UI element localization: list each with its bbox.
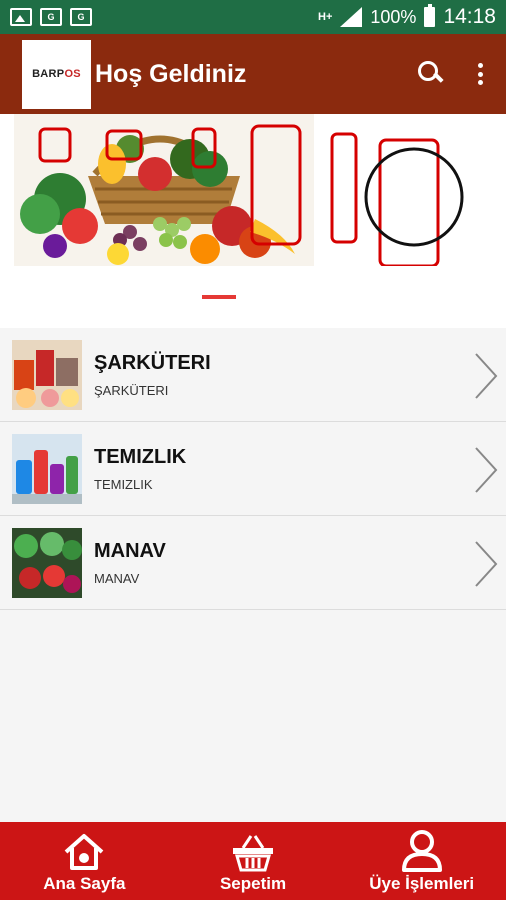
battery-icon bbox=[424, 4, 436, 27]
category-title: MANAV bbox=[94, 539, 166, 562]
chevron-right-icon[interactable] bbox=[474, 352, 498, 400]
image-notification-icon bbox=[10, 8, 32, 26]
ge-notification-icon: G bbox=[70, 8, 92, 26]
ge-notification-icon: G bbox=[40, 8, 62, 26]
cleaning-icon bbox=[12, 433, 82, 504]
category-title: ŞARKÜTERI bbox=[94, 351, 211, 374]
chevron-right-icon[interactable] bbox=[474, 446, 498, 494]
list-item[interactable]: MANAV MANAV bbox=[0, 516, 506, 610]
basket-icon bbox=[233, 835, 273, 872]
more-options-icon[interactable] bbox=[476, 63, 484, 85]
category-subtitle: ŞARKÜTERI bbox=[94, 382, 169, 398]
chevron-right-icon[interactable] bbox=[474, 540, 498, 588]
category-title: TEMIZLIK bbox=[94, 445, 187, 468]
category-subtitle: TEMIZLIK bbox=[94, 476, 153, 492]
home-icon bbox=[64, 834, 104, 870]
user-icon bbox=[401, 830, 442, 872]
search-icon[interactable] bbox=[416, 59, 446, 89]
deli-icon bbox=[12, 339, 82, 410]
banner-slider[interactable] bbox=[0, 114, 506, 266]
nav-basket-button[interactable]: Sepetim bbox=[169, 822, 338, 900]
banner-pager bbox=[0, 266, 506, 328]
produce-icon bbox=[12, 527, 82, 598]
nav-home-button[interactable]: Ana Sayfa bbox=[0, 822, 169, 900]
list-item[interactable]: ŞARKÜTERI ŞARKÜTERI bbox=[0, 328, 506, 422]
category-list: ŞARKÜTERI ŞARKÜTERI TEMIZLIK TEMIZLIK MA… bbox=[0, 328, 506, 610]
battery-percent: 100% bbox=[370, 6, 417, 27]
signal-icon bbox=[340, 7, 363, 27]
nav-basket-label: Sepetim bbox=[219, 874, 287, 893]
nav-account-button[interactable]: Üye İşlemleri bbox=[337, 822, 506, 900]
page-title: Hoş Geldiniz bbox=[95, 59, 247, 88]
barpos-logo[interactable]: BARP OS bbox=[22, 39, 91, 109]
nav-home-label: Ana Sayfa bbox=[43, 874, 126, 893]
active-page-indicator bbox=[202, 295, 236, 299]
vegetable-basket-image bbox=[14, 114, 464, 266]
bottom-navigation: Ana Sayfa Sepetim Üye İşlemleri bbox=[0, 822, 506, 900]
category-subtitle: MANAV bbox=[94, 570, 140, 586]
network-type: H+ bbox=[318, 11, 333, 23]
nav-account-label: Üye İşlemleri bbox=[369, 874, 475, 893]
status-bar: G G H+ 100% 14:18 bbox=[0, 0, 506, 34]
clock: 14:18 bbox=[443, 5, 496, 28]
app-bar: BARP OS Hoş Geldiniz bbox=[0, 34, 506, 114]
list-item[interactable]: TEMIZLIK TEMIZLIK bbox=[0, 422, 506, 516]
